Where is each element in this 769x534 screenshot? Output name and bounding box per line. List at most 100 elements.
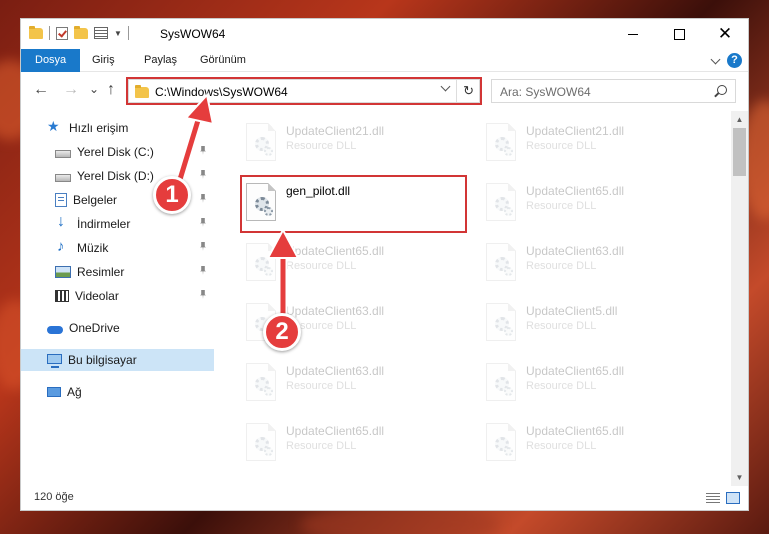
sidebar-item-music[interactable]: Müzik	[21, 237, 214, 259]
file-list: UpdateClient21.dll Resource DLL UpdateCl…	[216, 111, 731, 486]
dll-file-icon	[486, 183, 516, 221]
minimize-button[interactable]	[610, 19, 656, 49]
file-type: Resource DLL	[526, 320, 597, 332]
gear-icon	[504, 207, 513, 216]
network-icon	[47, 387, 61, 397]
sidebar-item-this-pc[interactable]: Bu bilgisayar	[21, 349, 214, 371]
file-name: UpdateClient65.dll	[526, 424, 625, 438]
sidebar-item-pictures[interactable]: Resimler	[21, 261, 214, 283]
callout-badge-2: 2	[263, 313, 301, 351]
file-name: UpdateClient63.dll	[526, 244, 625, 258]
scroll-up-arrow-icon[interactable]: ▲	[731, 111, 748, 128]
navigation-pane: Hızlı erişim Yerel Disk (C:) Yerel Disk …	[21, 111, 216, 486]
forward-arrow-icon[interactable]: →	[63, 81, 79, 99]
file-tile[interactable]: UpdateClient21.dll Resource DLL	[480, 117, 710, 169]
sidebar-item-label: Yerel Disk (D:)	[77, 169, 154, 183]
expand-ribbon-chevron-icon[interactable]	[710, 54, 721, 64]
window-controls: ✕	[610, 19, 748, 49]
file-name: UpdateClient21.dll	[526, 124, 625, 138]
sidebar-item-label: Müzik	[77, 241, 109, 255]
back-arrow-icon[interactable]: ←	[33, 81, 49, 99]
recent-locations-chevron-icon[interactable]: ⌄	[89, 82, 99, 96]
file-tile[interactable]: UpdateClient65.dll Resource DLL	[240, 417, 470, 469]
help-icon[interactable]: ?	[727, 53, 742, 68]
file-name: UpdateClient63.dll	[286, 304, 385, 318]
pin-icon[interactable]	[200, 290, 206, 299]
sidebar-item-quick-access[interactable]: Hızlı erişim	[21, 117, 214, 139]
tiles-view-icon[interactable]	[726, 492, 740, 504]
file-tile[interactable]: UpdateClient65.dll Resource DLL	[240, 237, 470, 289]
file-tile[interactable]: UpdateClient21.dll Resource DLL	[240, 117, 470, 169]
rename-icon[interactable]	[94, 27, 108, 39]
gear-icon	[264, 387, 273, 396]
dll-file-icon	[246, 243, 276, 281]
file-name: UpdateClient65.dll	[526, 364, 625, 378]
file-type: Resource DLL	[526, 140, 597, 152]
gear-icon	[504, 327, 513, 336]
maximize-button[interactable]	[656, 19, 702, 49]
new-folder-icon[interactable]	[74, 25, 88, 39]
download-icon	[55, 213, 71, 231]
tab-home[interactable]: Giriş	[92, 49, 115, 72]
callout-badge-1: 1	[153, 176, 191, 214]
dll-file-icon	[246, 363, 276, 401]
vertical-scrollbar[interactable]: ▲ ▼	[731, 111, 748, 486]
scrollbar-thumb[interactable]	[733, 128, 746, 176]
file-name: UpdateClient65.dll	[286, 424, 385, 438]
pin-icon[interactable]	[200, 170, 206, 179]
dll-file-icon	[486, 123, 516, 161]
ribbon-controls: ?	[710, 53, 742, 68]
file-name: UpdateClient65.dll	[286, 244, 385, 258]
scroll-down-arrow-icon[interactable]: ▼	[731, 469, 748, 486]
sidebar-item-label: Bu bilgisayar	[68, 353, 137, 367]
search-placeholder[interactable]: Ara: SysWOW64	[500, 85, 591, 99]
sidebar-item-label: Resimler	[77, 265, 125, 279]
pin-icon[interactable]	[200, 194, 206, 203]
folder-icon	[29, 25, 43, 39]
tab-share[interactable]: Paylaş	[144, 49, 177, 72]
gear-icon	[504, 387, 513, 396]
file-name: UpdateClient63.dll	[286, 364, 385, 378]
file-tile[interactable]: UpdateClient65.dll Resource DLL	[480, 357, 710, 409]
title-bar: ▼ SysWOW64 ✕	[21, 19, 748, 49]
gear-icon	[504, 267, 513, 276]
file-type: Resource DLL	[286, 140, 357, 152]
file-type: Resource DLL	[526, 200, 597, 212]
music-icon	[55, 238, 71, 255]
sidebar-item-label: OneDrive	[69, 321, 120, 335]
status-bar: 120 öğe	[21, 486, 748, 510]
file-type: Resource DLL	[526, 380, 597, 392]
file-tile[interactable]: UpdateClient5.dll Resource DLL	[480, 297, 710, 349]
sidebar-item-local-disk-c[interactable]: Yerel Disk (C:)	[21, 141, 214, 163]
file-tile[interactable]: UpdateClient65.dll Resource DLL	[480, 417, 710, 469]
sidebar-item-downloads[interactable]: İndirmeler	[21, 213, 214, 235]
pin-icon[interactable]	[200, 218, 206, 227]
sidebar-item-label: Belgeler	[73, 193, 118, 207]
pin-icon[interactable]	[200, 146, 206, 155]
up-arrow-icon[interactable]: ↑	[107, 81, 115, 99]
properties-check-icon[interactable]	[56, 26, 68, 40]
file-type: Resource DLL	[286, 440, 357, 452]
file-tile[interactable]: UpdateClient63.dll Resource DLL	[480, 237, 710, 289]
gear-icon	[504, 447, 513, 456]
file-tile[interactable]: UpdateClient65.dll Resource DLL	[480, 177, 710, 229]
sidebar-item-videos[interactable]: Videolar	[21, 285, 214, 307]
pin-icon[interactable]	[200, 242, 206, 251]
customize-qat-caret-icon[interactable]: ▼	[114, 29, 122, 38]
close-button[interactable]: ✕	[702, 19, 748, 49]
tab-view[interactable]: Görünüm	[200, 49, 246, 72]
file-type: Resource DLL	[286, 260, 357, 272]
sidebar-item-onedrive[interactable]: OneDrive	[21, 317, 214, 339]
file-tile[interactable]: UpdateClient63.dll Resource DLL	[240, 357, 470, 409]
file-type: Resource DLL	[526, 440, 597, 452]
details-view-icon[interactable]	[706, 493, 720, 503]
documents-icon	[55, 193, 67, 207]
sidebar-item-network[interactable]: Ağ	[21, 381, 214, 403]
search-box[interactable]: Ara: SysWOW64	[491, 79, 736, 103]
separator	[127, 26, 129, 40]
gear-icon	[504, 147, 513, 156]
file-type: Resource DLL	[286, 380, 357, 392]
computer-icon	[47, 354, 62, 368]
pin-icon[interactable]	[200, 266, 206, 275]
tab-file[interactable]: Dosya	[21, 49, 81, 72]
